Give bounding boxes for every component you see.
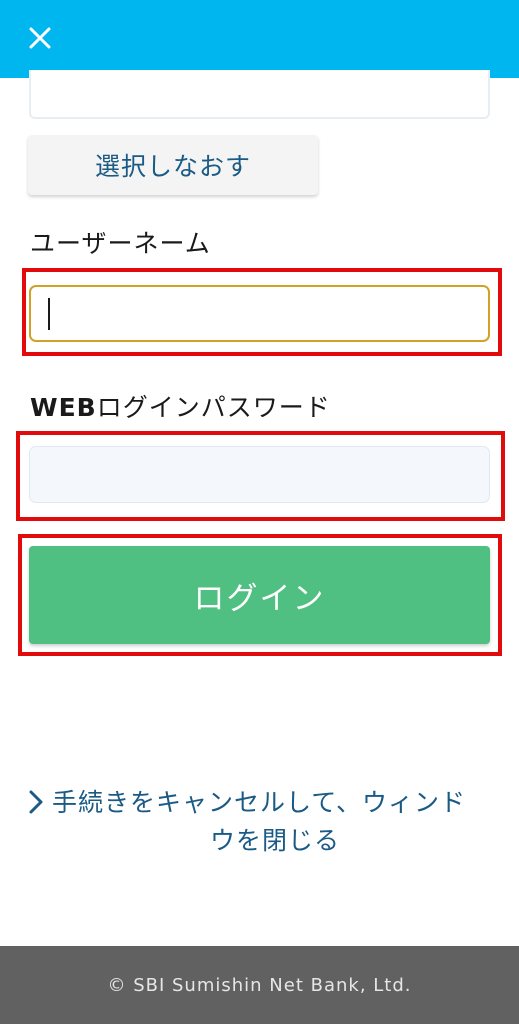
app-bar xyxy=(0,0,519,78)
chevron-right-icon xyxy=(29,790,43,814)
close-button[interactable] xyxy=(22,20,58,56)
login-screen: 選択しなおす ユーザーネーム WEBログインパスワード ログイン 手続きをキャン… xyxy=(0,0,519,1024)
username-input[interactable] xyxy=(29,285,490,342)
cancel-link-line2: ウを閉じる xyxy=(209,826,340,855)
text-caret xyxy=(48,298,50,330)
password-input[interactable] xyxy=(29,446,490,503)
password-label: WEBログインパスワード xyxy=(30,388,331,424)
password-label-text: ログインパスワード xyxy=(96,393,331,422)
close-icon xyxy=(29,27,51,49)
cancel-link-line1: 手続きをキャンセルして、ウィンド xyxy=(52,788,467,817)
previous-select-field[interactable] xyxy=(29,70,490,119)
login-button[interactable]: ログイン xyxy=(29,546,490,644)
login-button-label: ログイン xyxy=(193,580,326,617)
cancel-and-close-link[interactable]: 手続きをキャンセルして、ウィンド ウを閉じる xyxy=(28,784,498,860)
password-label-web: WEB xyxy=(30,393,97,422)
reselect-button[interactable]: 選択しなおす xyxy=(28,135,318,195)
reselect-button-label: 選択しなおす xyxy=(94,152,251,181)
footer: © SBI Sumishin Net Bank, Ltd. xyxy=(0,946,519,1024)
username-label: ユーザーネーム xyxy=(30,224,211,260)
copyright-text: © SBI Sumishin Net Bank, Ltd. xyxy=(107,974,412,996)
username-label-text: ユーザーネーム xyxy=(30,229,211,258)
